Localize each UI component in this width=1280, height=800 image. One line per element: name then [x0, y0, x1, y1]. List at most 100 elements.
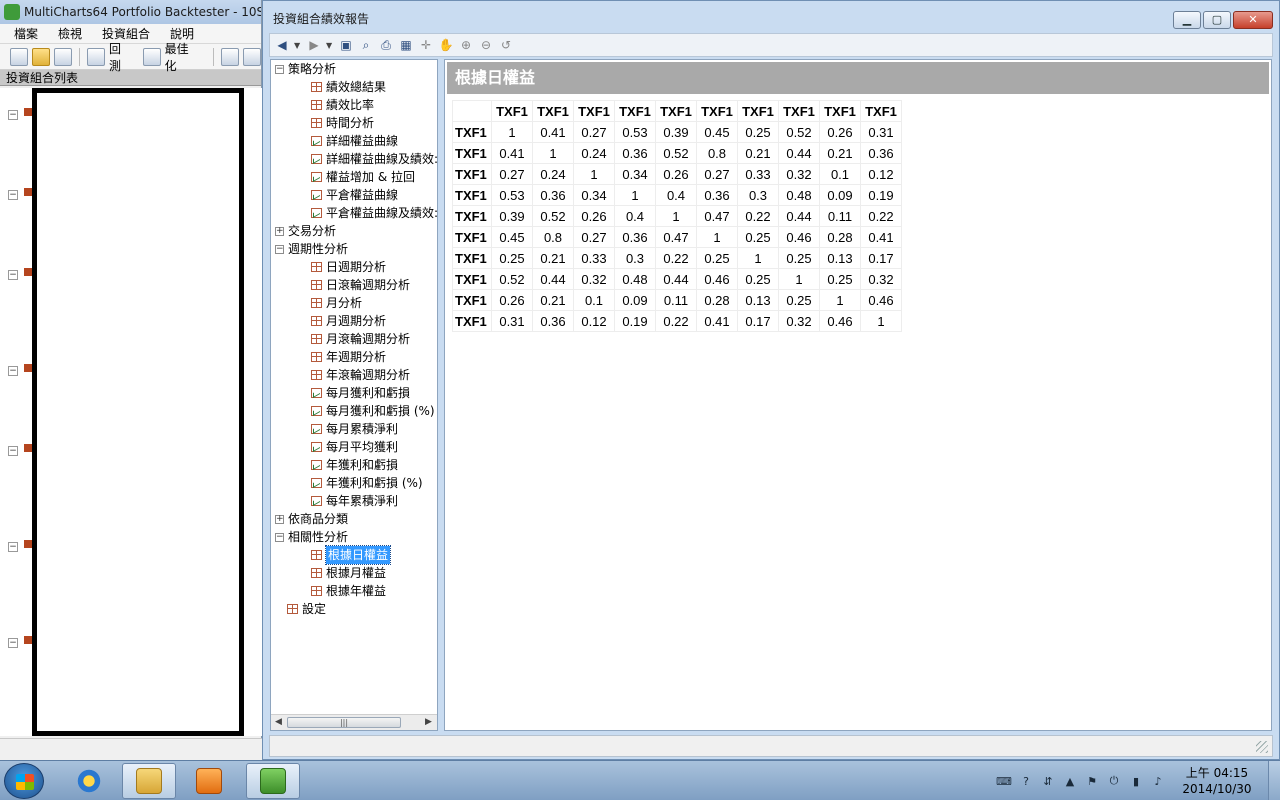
show-desktop-button[interactable] [1268, 761, 1280, 800]
zoom-in-icon[interactable]: ⊕ [458, 37, 474, 53]
tree-item[interactable]: − 相關性分析 [275, 528, 348, 546]
tree-item[interactable]: 根據日權益 [311, 545, 392, 565]
crosshair-icon[interactable]: ✛ [418, 37, 434, 53]
tree-item[interactable]: 每月獲利和虧損 (%) [311, 402, 435, 420]
close-button[interactable]: ✕ [1233, 11, 1273, 29]
backtest-button[interactable]: 回測 [109, 40, 133, 74]
tree-item[interactable]: 每年累積淨利 [311, 492, 398, 510]
language-icon[interactable]: ⇵ [1040, 773, 1056, 789]
tree-item[interactable]: 年獲利和虧損 [311, 456, 398, 474]
tree-item[interactable]: 日滾輪週期分析 [311, 276, 410, 294]
menu-view[interactable]: 檢視 [58, 25, 82, 42]
save-icon[interactable]: ▣ [338, 37, 354, 53]
save-icon[interactable] [54, 47, 72, 66]
tree-item[interactable]: 日週期分析 [311, 258, 386, 276]
scroll-right-icon[interactable]: ▶ [425, 717, 432, 727]
tree-item[interactable]: 月分析 [311, 294, 362, 312]
tree-expand-icon[interactable]: + [275, 514, 284, 524]
tree-item[interactable]: 年週期分析 [311, 348, 386, 366]
tree-collapse-icon[interactable]: − [8, 542, 18, 552]
tree-item[interactable]: 月週期分析 [311, 312, 386, 330]
correlation-cell: 0.41 [532, 121, 574, 143]
scroll-left-icon[interactable]: ◀ [275, 717, 282, 727]
main-window-titlebar[interactable]: MultiCharts64 Portfolio Backtester - 10S… [0, 0, 261, 24]
tree-item[interactable]: 詳細權益曲線 [311, 132, 398, 150]
taskbar-internet-explorer[interactable] [62, 763, 116, 799]
minimize-button[interactable]: ▁ [1173, 11, 1201, 29]
tree-item[interactable]: 月滾輪週期分析 [311, 330, 410, 348]
back-arrow-icon[interactable]: ◀ [274, 37, 290, 53]
reset-zoom-icon[interactable]: ↺ [498, 37, 514, 53]
tree-collapse-icon[interactable]: − [8, 110, 18, 120]
tree-collapse-icon[interactable]: − [8, 446, 18, 456]
forward-arrow-icon[interactable]: ▶ [306, 37, 322, 53]
tree-collapse-icon[interactable]: − [275, 64, 284, 74]
tree-item[interactable]: 年滾輪週期分析 [311, 366, 410, 384]
network-icon[interactable]: ▮ [1128, 773, 1144, 789]
pan-hand-icon[interactable]: ✋ [438, 37, 454, 53]
tree-collapse-icon[interactable]: − [8, 190, 18, 200]
tree-collapse-icon[interactable]: − [8, 638, 18, 648]
tree-item[interactable]: 平倉權益曲線 [311, 186, 398, 204]
optimize-icon[interactable] [142, 47, 161, 66]
home-icon[interactable] [243, 47, 261, 66]
taskbar-file-explorer[interactable] [122, 763, 176, 799]
backtest-icon[interactable] [86, 47, 105, 66]
tree-item[interactable]: 權益增加 & 拉回 [311, 168, 415, 186]
tree-item[interactable]: 時間分析 [311, 114, 374, 132]
new-portfolio-icon[interactable] [10, 47, 28, 66]
tree-horizontal-scrollbar[interactable]: ◀ ||| ▶ [271, 714, 437, 730]
tree-item[interactable]: − 週期性分析 [275, 240, 348, 258]
zoom-out-icon[interactable]: ⊖ [478, 37, 494, 53]
tree-item[interactable]: 設定 [287, 600, 326, 618]
tree-item[interactable]: 每月獲利和虧損 [311, 384, 410, 402]
tree-collapse-icon[interactable]: − [8, 270, 18, 280]
taskbar-media-player[interactable] [182, 763, 236, 799]
maximize-button[interactable]: ▢ [1203, 11, 1231, 29]
tree-item[interactable]: 根據年權益 [311, 582, 386, 600]
show-hidden-icons-icon[interactable]: ▲ [1062, 773, 1078, 789]
optimize-button[interactable]: 最佳化 [165, 40, 200, 74]
print-preview-icon[interactable]: ⌕ [358, 37, 374, 53]
correlation-cell: 1 [860, 310, 902, 332]
resize-grip-icon[interactable] [1256, 741, 1268, 753]
help-icon[interactable]: ? [1018, 773, 1034, 789]
tree-item[interactable]: 每月累積淨利 [311, 420, 398, 438]
back-dropdown-icon[interactable]: ▼ [294, 41, 302, 50]
tree-expand-icon[interactable]: + [275, 226, 284, 236]
table-row: TXF1 0.45 0.8 0.27 0.36 0.47 1 0.25 0.46 0.28 0.41 [452, 226, 902, 248]
tree-item[interactable]: + 交易分析 [275, 222, 336, 240]
tree-item[interactable]: 每月平均獲利 [311, 438, 398, 456]
correlation-cell: 0.8 [696, 142, 738, 164]
clock[interactable]: 上午 04:15 2014/10/30 [1182, 765, 1252, 797]
report-window-titlebar[interactable]: 投資組合績效報告 [263, 1, 1279, 35]
tree-collapse-icon[interactable]: − [8, 366, 18, 376]
action-center-icon[interactable]: ⚑ [1084, 773, 1100, 789]
export-icon[interactable]: ▦ [398, 37, 414, 53]
tree-item[interactable]: 平倉權益曲線及績效: [311, 204, 437, 222]
tree-item[interactable]: + 依商品分類 [275, 510, 348, 528]
open-folder-icon[interactable] [32, 47, 50, 66]
taskbar-multicharts[interactable] [246, 763, 300, 799]
volume-icon[interactable]: ♪ [1150, 773, 1166, 789]
report-tree[interactable]: − 策略分析 績效總結果 績效比率 時間分析 詳細權益曲線 詳細權益曲線及績效: 權益增加 &… [270, 59, 438, 731]
keyboard-icon[interactable]: ⌨ [996, 773, 1012, 789]
scrollbar-thumb[interactable]: ||| [287, 717, 401, 728]
tree-item[interactable]: 績效總結果 [311, 78, 386, 96]
tree-item[interactable]: 根據月權益 [311, 564, 386, 582]
tree-item[interactable]: − 策略分析 [275, 60, 336, 78]
menu-file[interactable]: 檔案 [14, 25, 38, 42]
report-icon[interactable] [221, 47, 239, 66]
print-icon[interactable]: ⎙ [378, 37, 394, 53]
tree-item[interactable]: 績效比率 [311, 96, 374, 114]
tree-item[interactable]: 詳細權益曲線及績效: [311, 150, 437, 168]
tree-collapse-icon[interactable]: − [275, 532, 284, 542]
power-icon[interactable]: ⏻ [1106, 773, 1122, 789]
tree-item[interactable]: 年獲利和虧損 (%) [311, 474, 423, 492]
correlation-cell: 0.39 [655, 121, 697, 143]
column-header: TXF1 [819, 100, 861, 122]
table-report-icon [311, 352, 322, 362]
start-button[interactable] [4, 763, 44, 799]
tree-collapse-icon[interactable]: − [275, 244, 284, 254]
forward-dropdown-icon[interactable]: ▼ [326, 41, 334, 50]
